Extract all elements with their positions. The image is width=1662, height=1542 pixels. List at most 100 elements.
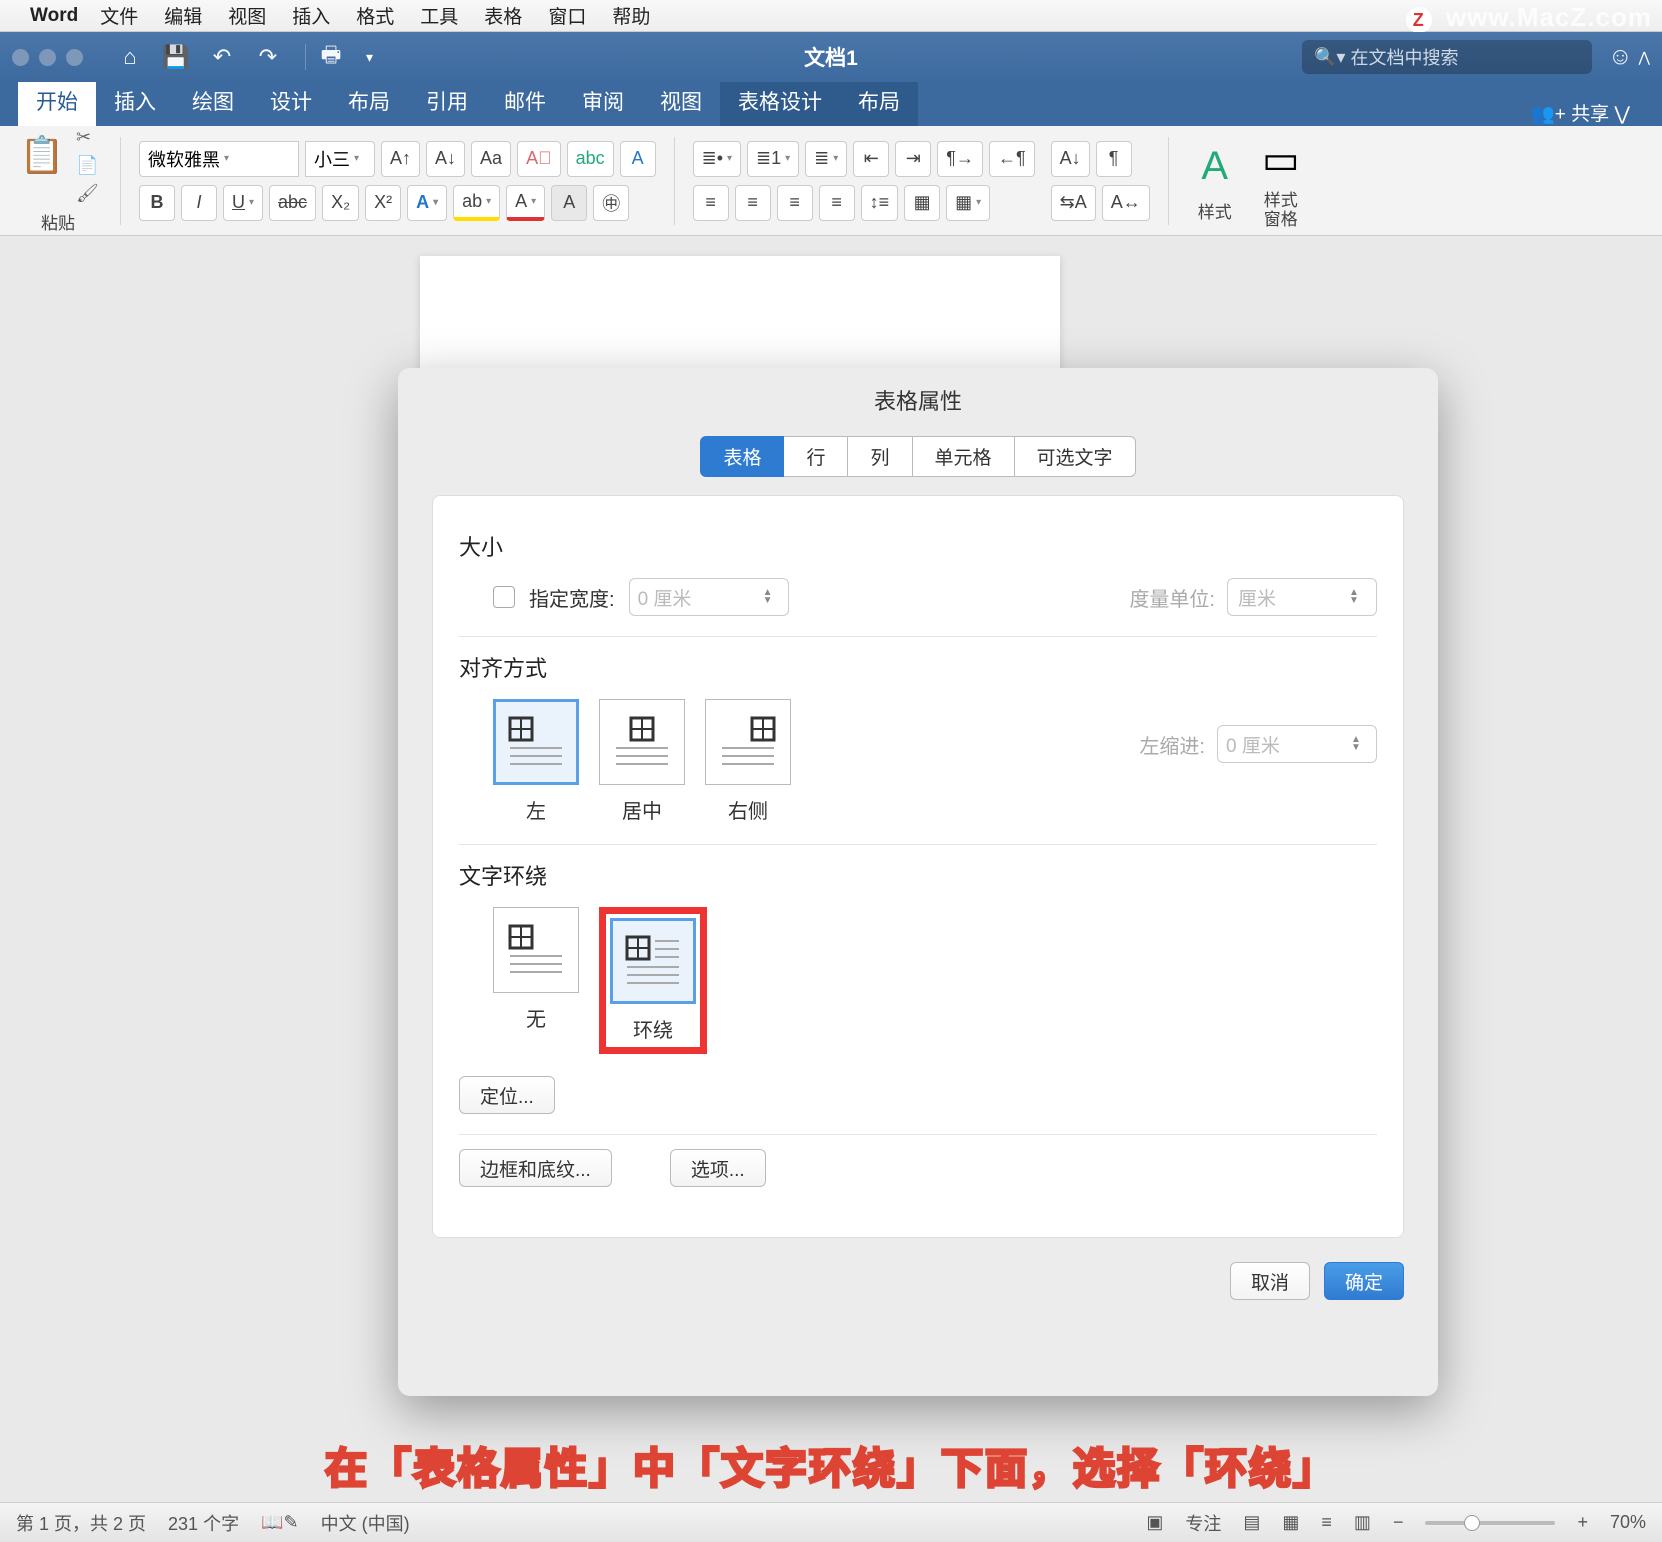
focus-label[interactable]: 专注 [1185,1510,1221,1536]
align-right-button[interactable]: ≡ [777,185,813,221]
format-painter-icon[interactable]: 🖌 [76,183,102,205]
tab-insert[interactable]: 插入 [96,78,174,126]
tab-draw[interactable]: 绘图 [174,78,252,126]
char-shading-button[interactable]: A [551,185,587,221]
print-icon[interactable]: 🖶 [314,40,348,74]
preferred-width-checkbox[interactable] [493,586,515,608]
tab-references[interactable]: 引用 [408,78,486,126]
page-status[interactable]: 第 1 页，共 2 页 [16,1510,146,1536]
show-marks-button[interactable]: ¶ [1096,141,1132,177]
clear-format-button[interactable]: A⃠ [517,141,561,177]
options-button[interactable]: 选项... [670,1149,766,1187]
home-icon[interactable]: ⌂ [113,40,147,74]
char-spacing-button[interactable]: A↔ [1102,185,1150,221]
wrap-around-option[interactable]: 环绕 [610,918,696,1043]
borders-shading-button[interactable]: 边框和底纹... [459,1149,612,1187]
width-stepper[interactable]: ▲▼ [756,589,780,605]
language-status[interactable]: 中文 (中国) [321,1510,410,1536]
positioning-button[interactable]: 定位... [459,1076,555,1114]
focus-mode-icon[interactable]: ▣ [1146,1512,1163,1533]
multilevel-button[interactable]: ≣▾ [805,141,847,177]
bullets-button[interactable]: ≣•▾ [693,141,741,177]
menu-format[interactable]: 格式 [356,2,394,29]
dec-indent-button[interactable]: ⇤ [853,141,889,177]
preferred-width-field[interactable]: 0 厘米 ▲▼ [629,578,789,616]
tab-review[interactable]: 审阅 [564,78,642,126]
align-left-button[interactable]: ≡ [693,185,729,221]
menu-file[interactable]: 文件 [100,2,138,29]
cancel-button[interactable]: 取消 [1230,1262,1310,1300]
ltr-button[interactable]: ¶→ [937,141,983,177]
italic-button[interactable]: I [181,185,217,221]
distribute-button[interactable]: ⇆A [1051,185,1096,221]
dialog-tab-cell[interactable]: 单元格 [913,436,1015,477]
menu-window[interactable]: 窗口 [548,2,586,29]
font-color-button[interactable]: A▾ [506,185,545,221]
options-caret-icon[interactable]: ⋀ [1639,49,1650,66]
align-center-button[interactable]: ≡ [735,185,771,221]
dialog-tab-alttext[interactable]: 可选文字 [1015,436,1136,477]
copy-icon[interactable]: 📄 [76,155,102,177]
view-outline-icon[interactable]: ≡ [1321,1512,1332,1533]
inc-indent-button[interactable]: ⇥ [895,141,931,177]
font-size-combo[interactable]: 小三▾ [305,141,375,177]
close-window-icon[interactable] [12,49,29,66]
tab-home[interactable]: 开始 [18,78,96,126]
search-input[interactable]: 🔍▾ 在文档中搜索 [1302,40,1592,74]
strike-button[interactable]: abc [269,185,316,221]
zoom-value[interactable]: 70% [1610,1512,1646,1533]
styles-icon[interactable]: A [1187,138,1243,194]
paste-icon[interactable]: 📋 [14,127,70,183]
text-effects-button[interactable]: A▾ [407,185,447,221]
highlight-button[interactable]: ab▾ [453,185,500,221]
indent-stepper[interactable]: ▲▼ [1344,736,1368,752]
styles-pane-icon[interactable]: ▭ [1253,132,1309,188]
tab-table-layout[interactable]: 布局 [840,78,918,126]
zoom-in-icon[interactable]: + [1577,1512,1588,1533]
view-draft-icon[interactable]: ▥ [1354,1512,1371,1533]
share-button[interactable]: 👥+ 共享 ⋁ [1517,99,1644,126]
numbering-button[interactable]: ≣1▾ [747,141,799,177]
font-name-combo[interactable]: 微软雅黑▾ [139,141,299,177]
view-print-icon[interactable]: ▤ [1243,1512,1260,1533]
grow-font-button[interactable]: A↑ [381,141,420,177]
tab-view[interactable]: 视图 [642,78,720,126]
save-icon[interactable]: 💾 [159,40,193,74]
dialog-tab-table[interactable]: 表格 [700,436,784,477]
shrink-font-button[interactable]: A↓ [426,141,465,177]
view-web-icon[interactable]: ▦ [1282,1512,1299,1533]
dialog-tab-column[interactable]: 列 [848,436,912,477]
dialog-tab-row[interactable]: 行 [784,436,848,477]
align-left-option[interactable]: 左 [493,699,579,824]
menu-help[interactable]: 帮助 [612,2,650,29]
redo-icon[interactable]: ↷ [251,40,285,74]
app-name[interactable]: Word [30,5,78,27]
menu-tools[interactable]: 工具 [420,2,458,29]
menu-table[interactable]: 表格 [484,2,522,29]
zoom-out-icon[interactable]: − [1393,1512,1404,1533]
word-count[interactable]: 231 个字 [168,1510,239,1536]
sort-button[interactable]: A↓ [1051,141,1090,177]
underline-button[interactable]: U▾ [223,185,263,221]
phonetic-button[interactable]: abc [567,141,614,177]
align-right-option[interactable]: 右侧 [705,699,791,824]
justify-button[interactable]: ≡ [819,185,855,221]
tab-design[interactable]: 设计 [252,78,330,126]
indent-field[interactable]: 0 厘米 ▲▼ [1217,725,1377,763]
menu-view[interactable]: 视图 [228,2,266,29]
bold-button[interactable]: B [139,185,175,221]
minimize-window-icon[interactable] [39,49,56,66]
zoom-window-icon[interactable] [66,49,83,66]
zoom-knob[interactable] [1464,1515,1480,1531]
char-border-button[interactable]: A [620,141,656,177]
change-case-button[interactable]: Aa [471,141,511,177]
feedback-smiley-icon[interactable]: ☺ [1608,43,1633,71]
superscript-button[interactable]: X² [365,185,401,221]
tab-layout[interactable]: 布局 [330,78,408,126]
enclose-char-button[interactable]: ㊥ [593,185,629,221]
qat-dropdown-icon[interactable]: ▾ [366,49,373,66]
subscript-button[interactable]: X₂ [322,185,359,221]
wrap-none-option[interactable]: 无 [493,907,579,1054]
borders-button[interactable]: ▦▾ [946,185,990,221]
unit-combo[interactable]: 厘米 ▲▼ [1227,578,1377,616]
